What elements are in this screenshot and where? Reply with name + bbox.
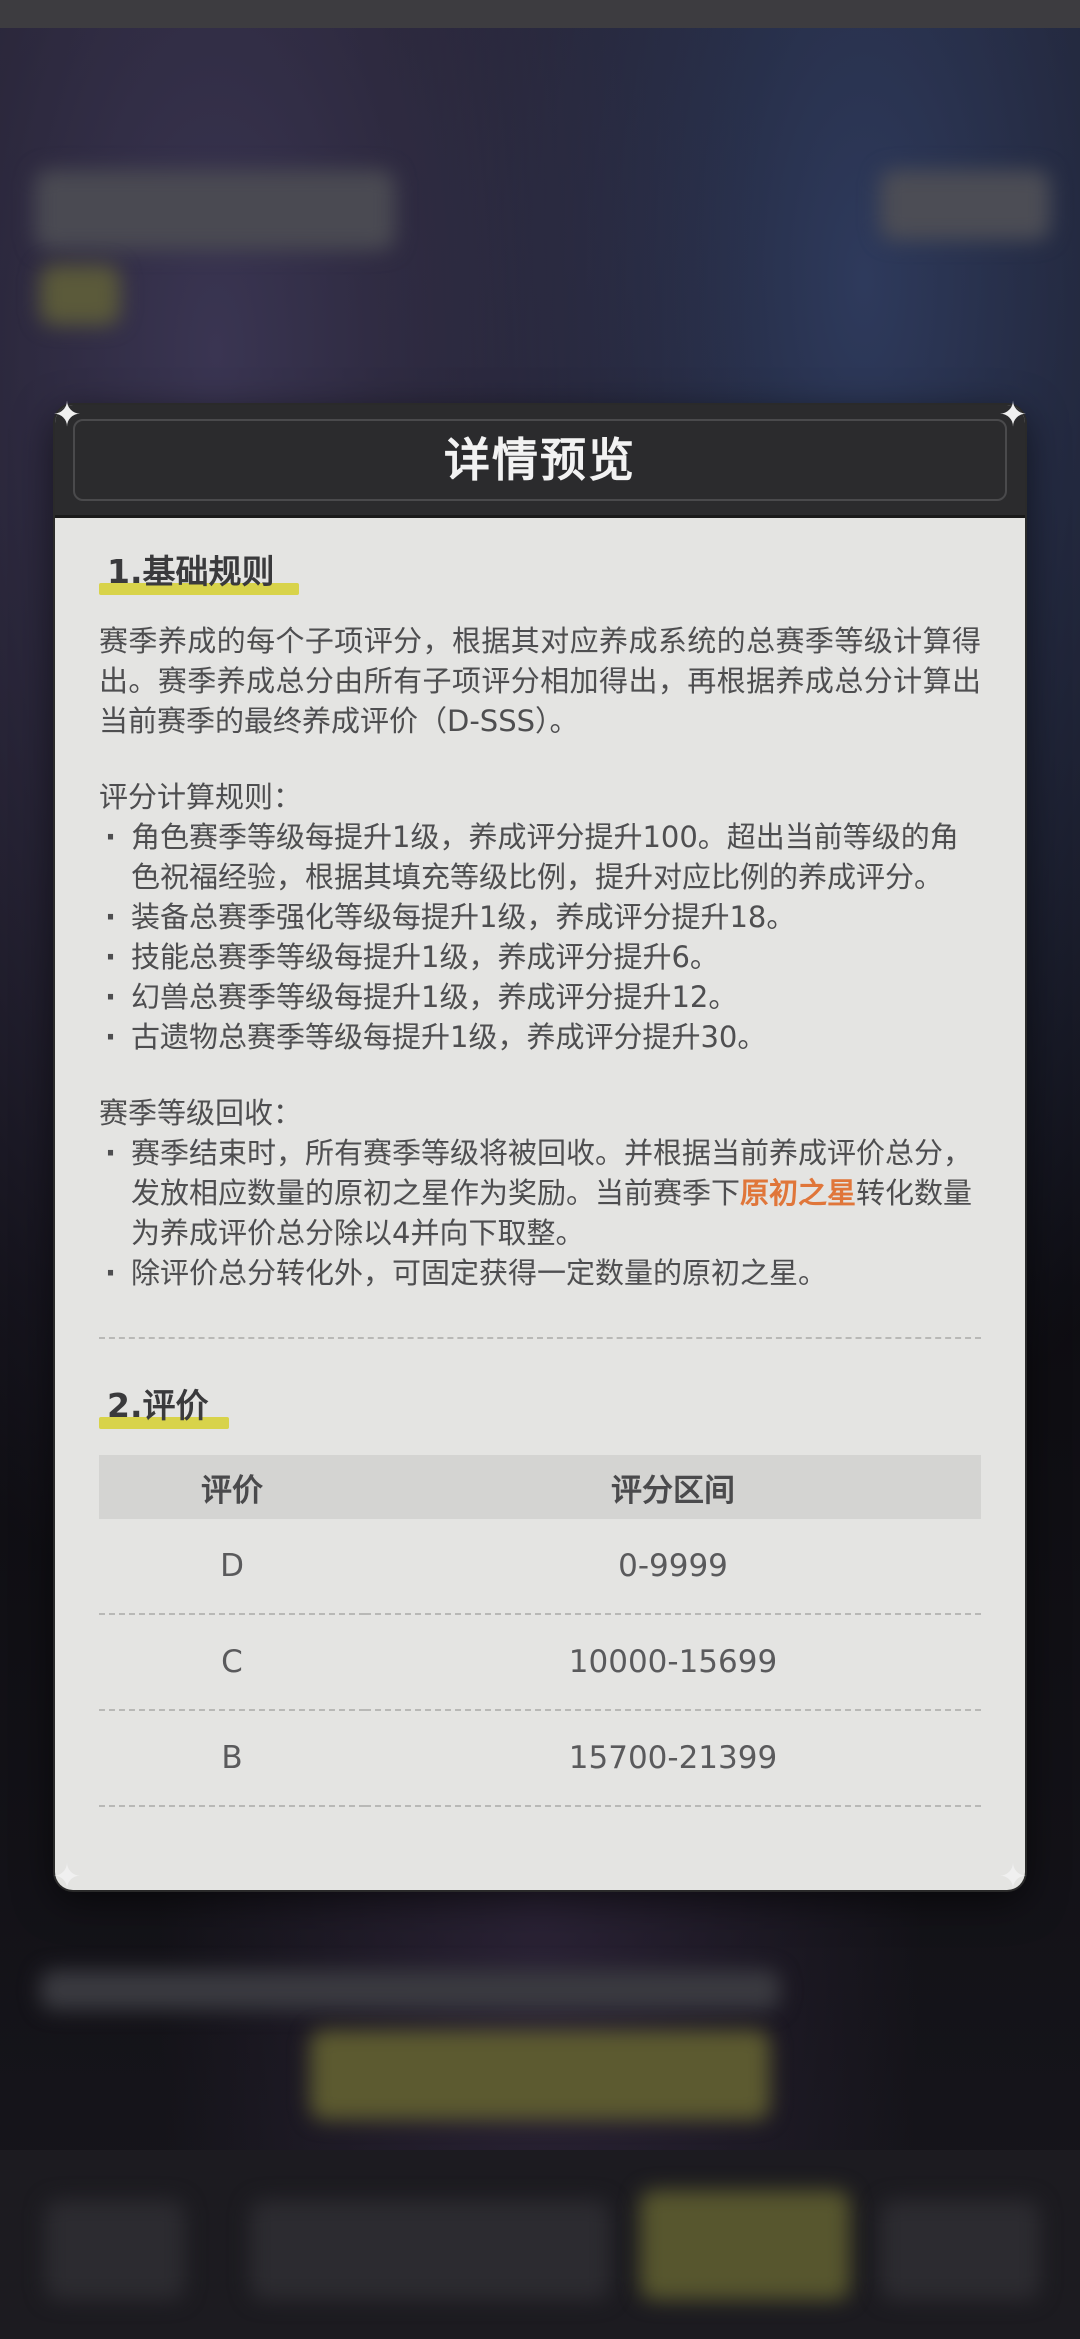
section-heading-text: 1.基础规则 [107,552,275,591]
recycle-rules-list: 赛季结束时，所有赛季等级将被回收。并根据当前养成评价总分，发放相应数量的原初之星… [99,1133,981,1293]
list-item: 赛季结束时，所有赛季等级将被回收。并根据当前养成评价总分，发放相应数量的原初之星… [99,1133,981,1253]
grade-cell: B [99,1710,365,1807]
bg-text-line [40,1970,780,2010]
list-item: 装备总赛季强化等级每提升1级，养成评分提升18。 [99,897,981,937]
list-item: 角色赛季等级每提升1级，养成评分提升100。超出当前等级的角色祝福经验，根据其填… [99,817,981,897]
dialog-title: 详情预览 [444,433,636,487]
status-strip [0,0,1080,28]
range-cell: 10000-15699 [365,1614,981,1711]
bg-bottom-button-1[interactable] [45,2200,185,2300]
table-row: D 0-9999 [99,1519,981,1615]
table-row: C 10000-15699 [99,1614,981,1711]
corner-ornament-icon: ✦ [52,1857,82,1897]
grades-table: 评价 评分区间 D 0-9999 C 10000-15699 B 15700-2… [99,1455,981,1807]
bg-bottom-button-3[interactable] [640,2190,850,2300]
column-header-grade: 评价 [99,1455,365,1519]
list-item: 除评价总分转化外，可固定获得一定数量的原初之星。 [99,1253,981,1293]
grade-cell: C [99,1614,365,1711]
dialog-body[interactable]: 1.基础规则 赛季养成的每个子项评分，根据其对应养成系统的总赛季等级计算得出。赛… [99,545,981,1807]
column-header-range: 评分区间 [365,1455,981,1519]
bg-bottom-button-4[interactable] [880,2200,1040,2300]
range-cell: 0-9999 [365,1519,981,1615]
dialog-header: 详情预览 [55,405,1025,518]
corner-ornament-icon: ✦ [52,395,82,435]
section-heading-text: 2.评价 [107,1386,209,1425]
list-item: 幻兽总赛季等级每提升1级，养成评分提升12。 [99,977,981,1017]
corner-ornament-icon: ✦ [998,395,1028,435]
grade-cell: D [99,1519,365,1615]
details-preview-dialog: 详情预览 1.基础规则 赛季养成的每个子项评分，根据其对应养成系统的总赛季等级计… [55,405,1025,1890]
bg-title-block [35,170,395,250]
highlight-term: 原初之星 [740,1176,857,1210]
table-row: B 15700-21399 [99,1710,981,1807]
section-heading-rules: 1.基础规则 [99,545,981,605]
list-item: 古遗物总赛季等级每提升1级，养成评分提升30。 [99,1017,981,1057]
calc-rules-list: 角色赛季等级每提升1级，养成评分提升100。超出当前等级的角色祝福经验，根据其填… [99,817,981,1057]
bg-tag-block [40,265,120,325]
table-header-row: 评价 评分区间 [99,1455,981,1519]
range-cell: 15700-21399 [365,1710,981,1807]
list-item: 技能总赛季等级每提升1级，养成评分提升6。 [99,937,981,977]
section-heading-grades: 2.评价 [99,1379,981,1439]
bg-right-block [880,170,1050,240]
bg-confirm-button[interactable] [310,2030,770,2120]
bg-bottom-button-2[interactable] [250,2200,610,2300]
recycle-title: 赛季等级回收： [99,1096,303,1130]
section-divider [99,1337,981,1339]
calc-rules-title: 评分计算规则： [99,780,303,814]
corner-ornament-icon: ✦ [998,1857,1028,1897]
rules-intro: 赛季养成的每个子项评分，根据其对应养成系统的总赛季等级计算得出。赛季养成总分由所… [99,624,981,738]
